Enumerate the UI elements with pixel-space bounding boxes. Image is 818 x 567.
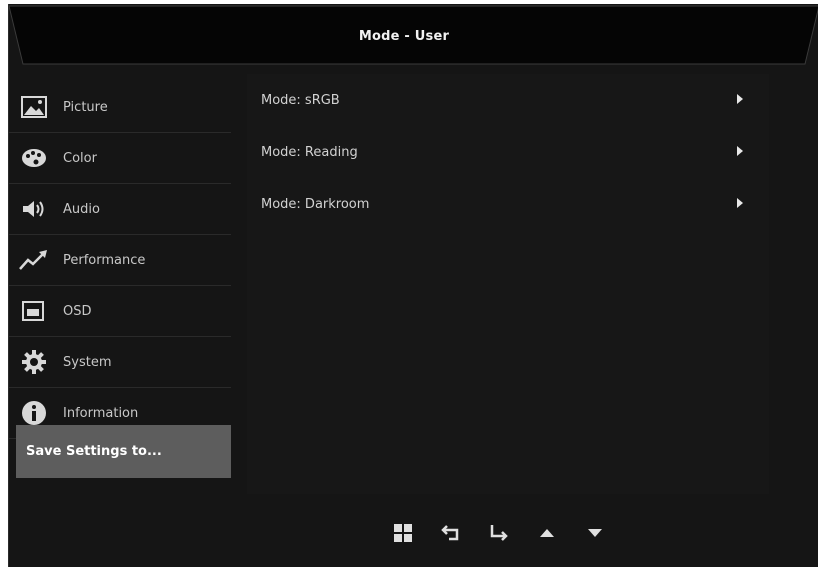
sidebar-item-label: Performance — [63, 252, 146, 268]
sidebar-item-performance[interactable]: Performance — [9, 235, 231, 286]
mode-item-srgb[interactable]: Mode: sRGB — [247, 74, 769, 126]
save-settings-label: Save Settings to... — [26, 444, 162, 459]
mode-item-label: Mode: Darkroom — [261, 196, 370, 212]
sidebar-item-label: System — [63, 354, 112, 370]
sidebar-item-label: Information — [63, 405, 139, 421]
mode-item-reading[interactable]: Mode: Reading — [247, 126, 769, 178]
sidebar-item-osd[interactable]: OSD — [9, 286, 231, 337]
chevron-right-icon — [737, 146, 743, 156]
mode-item-label: Mode: sRGB — [261, 92, 340, 108]
mode-item-label: Mode: Reading — [261, 144, 358, 160]
chevron-right-icon — [737, 94, 743, 104]
sidebar-item-audio[interactable]: Audio — [9, 184, 231, 235]
sidebar-item-label: Color — [63, 150, 97, 166]
palette-icon — [19, 145, 49, 171]
sidebar-item-system[interactable]: System — [9, 337, 231, 388]
gear-icon — [19, 349, 49, 375]
sidebar-item-label: Picture — [63, 99, 108, 115]
sidebar-item-label: OSD — [63, 303, 92, 319]
page-title: Mode - User — [358, 29, 450, 44]
enter-icon[interactable] — [487, 521, 511, 545]
up-icon[interactable] — [535, 521, 559, 545]
back-icon[interactable] — [439, 521, 463, 545]
osd-icon — [19, 298, 49, 324]
down-icon[interactable] — [583, 521, 607, 545]
info-icon — [19, 400, 49, 426]
sidebar-item-picture[interactable]: Picture — [9, 82, 231, 133]
chevron-right-icon — [737, 198, 743, 208]
performance-icon — [19, 247, 49, 273]
picture-icon — [19, 94, 49, 120]
save-settings-button[interactable]: Save Settings to... — [16, 425, 231, 478]
sidebar: Picture Color Audio Performance OSD Syst… — [9, 82, 231, 439]
speaker-icon — [19, 196, 49, 222]
osd-window: Mode - User Picture Color Audio Performa… — [8, 4, 818, 567]
mode-list-panel: Mode: sRGB Mode: Reading Mode: Darkroom — [247, 74, 769, 494]
menu-icon[interactable] — [391, 521, 415, 545]
sidebar-item-label: Audio — [63, 201, 100, 217]
mode-item-darkroom[interactable]: Mode: Darkroom — [247, 178, 769, 230]
title-bar: Mode - User — [9, 4, 818, 68]
sidebar-item-color[interactable]: Color — [9, 133, 231, 184]
navigation-buttons — [391, 520, 631, 546]
